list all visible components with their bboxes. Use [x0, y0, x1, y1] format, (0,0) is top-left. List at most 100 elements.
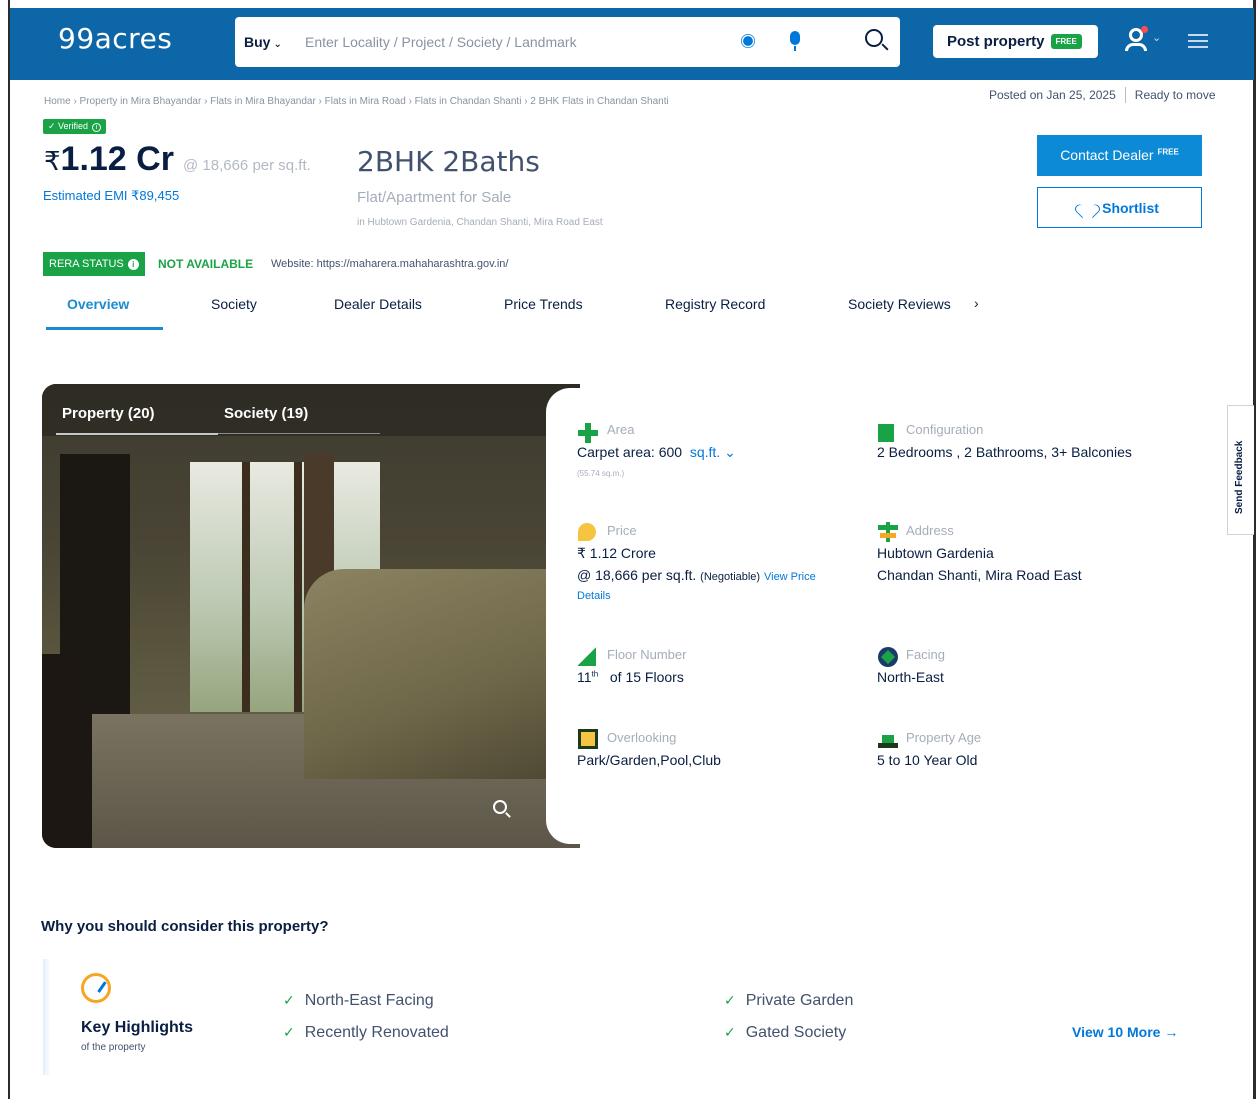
chevron-down-icon: ⌄: [273, 39, 282, 50]
floor-total: of 15 Floors: [609, 669, 684, 685]
zoom-icon[interactable]: [493, 800, 507, 814]
rupee-symbol: ₹: [44, 146, 61, 176]
gallery-tab-indicator: [56, 433, 218, 435]
floor-number: 11: [577, 669, 592, 685]
chevron-down-icon[interactable]: ⌄: [720, 444, 736, 460]
search-input[interactable]: Enter Locality / Project / Society / Lan…: [305, 34, 577, 50]
photo-sofa: [304, 569, 574, 779]
address-label: Address: [906, 523, 954, 538]
separator: [1124, 87, 1126, 103]
view-price-details-link[interactable]: View Price: [764, 571, 816, 583]
configuration-icon: [878, 424, 894, 442]
area-sub: (55.74 sq.m.): [577, 469, 625, 478]
price-per-sqft: @ 18,666 per sq.ft.: [183, 157, 311, 174]
site-logo[interactable]: 99acres: [58, 22, 172, 55]
estimated-emi-link[interactable]: Estimated EMI ₹89,455: [43, 188, 179, 204]
check-icon: ✓: [724, 1024, 736, 1040]
address-line-1: Hubtown Gardenia: [877, 545, 994, 561]
user-menu-chevron-icon[interactable]: ⌄: [1152, 31, 1161, 44]
floor-value: 11th of 15 Floors: [577, 669, 684, 685]
info-icon[interactable]: i: [92, 123, 102, 132]
rera-website[interactable]: Website: https://maharera.mahaharashtra.…: [271, 258, 508, 270]
search-bar[interactable]: Buy ⌄ Enter Locality / Project / Society …: [235, 17, 900, 67]
hamburger-menu-icon[interactable]: [1188, 34, 1208, 48]
view-price-details-link-2[interactable]: Details: [577, 590, 611, 602]
floor-stairs-icon: [578, 646, 596, 666]
free-badge: FREE: [1050, 34, 1082, 49]
info-icon[interactable]: i: [127, 259, 139, 270]
area-unit-dropdown[interactable]: sq.ft.: [690, 444, 720, 460]
gallery-edge: [546, 388, 580, 844]
gallery-tab-divider: [218, 433, 380, 434]
rera-status-badge: RERA STATUS i: [43, 252, 145, 276]
free-badge: FREE: [1157, 147, 1179, 157]
highlight-item: ✓ Private Garden: [724, 992, 853, 1010]
search-type-dropdown[interactable]: Buy ⌄: [244, 34, 282, 50]
photo-gallery[interactable]: Property (20) Society (19): [42, 384, 580, 848]
key-highlights-title: Key Highlights: [81, 1019, 194, 1036]
verified-label: Verified: [58, 121, 89, 131]
tab-price-trends[interactable]: Price Trends: [504, 296, 583, 312]
heart-icon: [1080, 202, 1094, 214]
price-value: ₹ 1.12 Crore: [577, 545, 656, 561]
check-icon: ✓: [283, 992, 295, 1008]
window-border-left: [8, 0, 10, 1099]
floor-label: Floor Number: [607, 647, 687, 662]
shortlist-button[interactable]: Shortlist: [1037, 187, 1202, 228]
signpost-icon: [878, 522, 898, 542]
address-line-2: Chandan Shanti, Mira Road East: [877, 567, 1082, 583]
price-value: 1.12 Cr: [60, 140, 174, 178]
tab-overview[interactable]: Overview: [67, 296, 129, 312]
highlight-text: Gated Society: [745, 1024, 847, 1041]
compass-needle: [880, 649, 896, 665]
post-property-button[interactable]: Post property FREE: [933, 25, 1098, 58]
key-highlights-card: Key Highlights of the property ✓ North-Ea…: [43, 959, 1223, 1075]
floor-suffix: th: [591, 669, 599, 679]
user-body-shape: [1125, 43, 1147, 51]
posted-info: Posted on Jan 25, 2025 Ready to move: [989, 87, 1216, 103]
gallery-tab-society[interactable]: Society (19): [224, 405, 308, 422]
facing-label: Facing: [906, 647, 946, 662]
property-age-label: Property Age: [906, 730, 982, 745]
compass-icon: [878, 647, 898, 667]
area-icon: [578, 423, 598, 443]
configuration-label: Configuration: [906, 422, 984, 437]
signpost-board: [880, 533, 896, 538]
overlooking-label: Overlooking: [607, 730, 677, 745]
facing-value: North-East: [877, 669, 944, 685]
contact-dealer-label: Contact Dealer: [1060, 147, 1154, 163]
active-tab-indicator: [46, 327, 163, 330]
price-label: Price: [607, 523, 637, 538]
building-body: [882, 735, 894, 743]
area-value: Carpet area: 600 sq.ft. ⌄: [577, 444, 736, 461]
microphone-icon[interactable]: [790, 31, 800, 51]
overlooking-value: Park/Garden,Pool,Club: [577, 752, 721, 768]
signpost-board: [878, 525, 898, 530]
top-header: 99acres Buy ⌄ Enter Locality / Project / …: [10, 8, 1254, 80]
tab-society[interactable]: Society: [211, 296, 257, 312]
gallery-tab-property[interactable]: Property (20): [62, 405, 155, 422]
section-title: Why you should consider this property?: [41, 918, 329, 935]
chevron-right-icon[interactable]: ›: [974, 295, 979, 311]
area-label: Area: [607, 422, 635, 437]
negotiable-label: (Negotiable): [700, 571, 761, 583]
tab-dealer-details[interactable]: Dealer Details: [334, 296, 422, 312]
highlights-gauge-icon: [81, 973, 111, 1003]
contact-dealer-button[interactable]: Contact Dealer FREE: [1037, 135, 1202, 176]
possession-status: Ready to move: [1134, 88, 1216, 102]
highlight-text: North-East Facing: [304, 992, 434, 1009]
tab-society-reviews[interactable]: Society Reviews: [848, 296, 951, 312]
price-tag-icon: [578, 523, 596, 541]
view-more-link[interactable]: View 10 More →: [1072, 1024, 1178, 1040]
breadcrumb[interactable]: Home › Property in Mira Bhayandar › Flat…: [44, 96, 669, 107]
post-property-label: Post property: [947, 33, 1045, 50]
send-feedback-tab[interactable]: Send Feedback: [1227, 405, 1254, 535]
listing-title: 2BHK 2Baths: [357, 145, 540, 178]
search-icon[interactable]: [865, 29, 883, 47]
user-icon[interactable]: [1125, 26, 1148, 52]
check-icon: ✓: [724, 992, 736, 1008]
building-base: [878, 743, 898, 748]
location-target-icon[interactable]: [743, 36, 753, 46]
search-type-label: Buy: [244, 34, 271, 50]
tab-registry-record[interactable]: Registry Record: [665, 296, 765, 312]
